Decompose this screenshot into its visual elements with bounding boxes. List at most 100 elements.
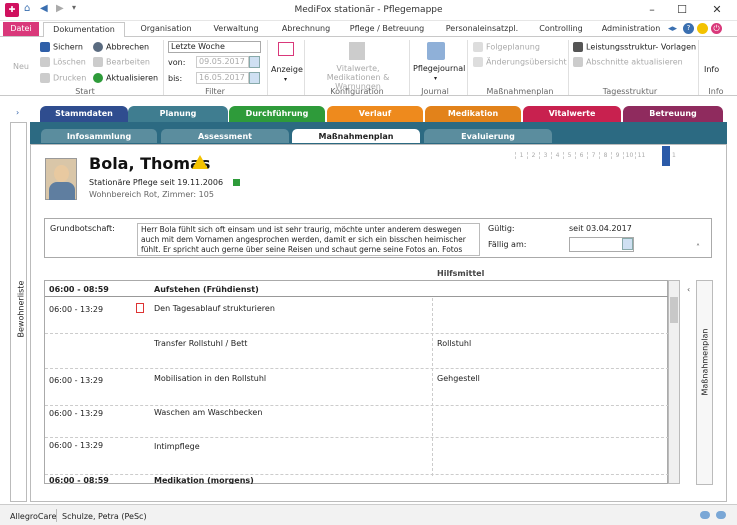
- tab-evaluierung[interactable]: Evaluierung: [423, 128, 553, 144]
- table-row[interactable]: 06:00 - 13:29 Mobilisation in den Rollst…: [45, 370, 669, 406]
- expand-icon[interactable]: ›: [16, 108, 19, 117]
- tab-personaleinsatzpl[interactable]: Personaleinsatzpl.: [440, 22, 524, 37]
- cancel-icon: [93, 42, 103, 52]
- calendar-icon[interactable]: [622, 238, 633, 250]
- config-group-label: Konfiguration: [330, 87, 384, 96]
- to-date-input[interactable]: 16.05.2017: [196, 72, 249, 84]
- pager-item[interactable]: 6: [575, 152, 587, 159]
- pager-item[interactable]: 10: [623, 152, 635, 159]
- category-tab-medikation[interactable]: Medikation: [425, 106, 521, 123]
- change-overview-button[interactable]: Änderungsübersicht: [473, 57, 567, 67]
- pager-item[interactable]: 1: [515, 152, 527, 159]
- column-divider: [432, 298, 433, 476]
- display-button[interactable]: Anzeige: [271, 65, 303, 74]
- pager-item[interactable]: 5: [563, 152, 575, 159]
- journal-group-label: Journal: [421, 87, 449, 96]
- tab-infosammlung[interactable]: Infosammlung: [40, 128, 158, 144]
- cancel-button[interactable]: Abbrechen: [93, 42, 149, 52]
- tab-file[interactable]: Datei: [3, 22, 39, 37]
- collapse-right-icon[interactable]: ‹: [687, 285, 690, 294]
- power-icon[interactable]: ⏻: [711, 23, 722, 34]
- due-label: Fällig am:: [488, 240, 527, 249]
- to-label: bis:: [168, 74, 183, 83]
- pager-item[interactable]: 4: [551, 152, 563, 159]
- cloud-icon[interactable]: [700, 511, 710, 519]
- edit-button[interactable]: Bearbeiten: [93, 57, 150, 67]
- pager-item[interactable]: 11: [635, 152, 647, 159]
- edit-icon: [93, 57, 103, 67]
- nav-arrows-icon[interactable]: ◂▸: [668, 24, 677, 34]
- tab-verwaltung[interactable]: Verwaltung: [208, 22, 264, 37]
- separator: [267, 40, 268, 95]
- follow-planning-label: Folgeplanung: [486, 42, 540, 52]
- tab-pflege-betreuung[interactable]: Pflege / Betreuung: [346, 22, 428, 37]
- from-date-input[interactable]: 09.05.2017: [196, 56, 249, 68]
- tab-administration[interactable]: Administration: [600, 22, 662, 37]
- delete-button[interactable]: Löschen: [40, 57, 86, 67]
- table-row[interactable]: 06:00 - 08:59 Aufstehen (Frühdienst): [45, 281, 669, 297]
- tab-assessment[interactable]: Assessment: [160, 128, 290, 144]
- vertical-scrollbar[interactable]: [668, 280, 680, 484]
- collapse-icon[interactable]: ˄: [696, 243, 700, 252]
- separator: [698, 40, 699, 95]
- smiley-icon[interactable]: [697, 23, 708, 34]
- pager-item[interactable]: 9: [611, 152, 623, 159]
- print-button[interactable]: Drucken: [40, 73, 86, 83]
- category-tab-vitalwerte[interactable]: Vitalwerte: [523, 106, 621, 123]
- tab-organisation[interactable]: Organisation: [134, 22, 198, 37]
- table-row[interactable]: 06:00 - 13:29 Waschen am Waschbecken: [45, 407, 669, 438]
- row-task: Aufstehen (Frühdienst): [154, 285, 259, 294]
- table-row[interactable]: Transfer Rollstuhl / Bett Rollstuhl: [45, 335, 669, 369]
- category-tab-durchfuehrung[interactable]: Durchführung: [229, 106, 325, 123]
- pager-item[interactable]: 7: [587, 152, 599, 159]
- measures-side-panel[interactable]: Maßnahmenplan: [696, 280, 713, 485]
- row-task: Waschen am Waschbecken: [154, 408, 263, 417]
- save-icon: [40, 42, 50, 52]
- tab-massnahmenplan[interactable]: Maßnahmenplan: [291, 128, 421, 144]
- help-icon[interactable]: ?: [683, 23, 694, 34]
- category-tab-planung[interactable]: Planung: [128, 106, 228, 123]
- care-journal-button[interactable]: Pflegejournal: [413, 64, 465, 73]
- note-icon[interactable]: [136, 303, 144, 313]
- calendar-icon[interactable]: [249, 56, 260, 68]
- tab-dokumentation[interactable]: Dokumentation: [43, 22, 125, 37]
- period-select[interactable]: Letzte Woche: [168, 41, 261, 53]
- row-time: 06:00 - 13:29: [49, 441, 104, 450]
- cloud-icon[interactable]: [716, 511, 726, 519]
- table-row[interactable]: 06:00 - 13:29 Intimpflege: [45, 439, 669, 475]
- warning-icon[interactable]: [192, 155, 208, 169]
- minimize-button[interactable]: –: [640, 2, 664, 18]
- follow-planning-button[interactable]: Folgeplanung: [473, 42, 540, 52]
- table-row[interactable]: 06:00 - 08:59 Medikation (morgens): [45, 476, 669, 484]
- filter-group-label: Filter: [205, 87, 225, 96]
- update-button[interactable]: Aktualisieren: [93, 73, 158, 83]
- info-button[interactable]: Info: [704, 65, 719, 74]
- calendar-icon[interactable]: [249, 72, 260, 84]
- resident-list-panel[interactable]: Bewohnerliste: [10, 122, 27, 502]
- pager-item[interactable]: 2: [527, 152, 539, 159]
- new-button[interactable]: Neu: [13, 62, 29, 71]
- category-tab-stammdaten[interactable]: Stammdaten: [40, 106, 128, 123]
- basic-message-text[interactable]: Herr Bola fühlt sich oft einsam und ist …: [137, 223, 480, 256]
- tab-abrechnung[interactable]: Abrechnung: [276, 22, 336, 37]
- close-button[interactable]: ✕: [705, 2, 729, 18]
- update-sections-button[interactable]: Abschnitte aktualisieren: [573, 57, 683, 67]
- valid-value: seit 03.04.2017: [569, 224, 632, 233]
- service-structure-button[interactable]: Leistungsstruktur- Vorlagen: [573, 42, 696, 52]
- row-task: Intimpflege: [154, 442, 200, 451]
- pager-item[interactable]: 8: [599, 152, 611, 159]
- status-bar: AllegroCare Schulze, Petra (PeSc): [0, 504, 737, 525]
- pager-item[interactable]: 1: [672, 152, 676, 159]
- row-task: Mobilisation in den Rollstuhl: [154, 374, 267, 383]
- table-row[interactable]: 06:00 - 13:29 Den Tagesablauf strukturie…: [45, 298, 669, 334]
- row-task: Den Tagesablauf strukturieren: [154, 304, 275, 313]
- current-page-marker[interactable]: [662, 146, 670, 166]
- maximize-button[interactable]: ☐: [670, 2, 694, 18]
- pager-item[interactable]: 3: [539, 152, 551, 159]
- category-tab-verlauf[interactable]: Verlauf: [327, 106, 423, 123]
- scrollbar-thumb[interactable]: [670, 297, 678, 323]
- tab-controlling[interactable]: Controlling: [534, 22, 588, 37]
- category-tab-betreuung[interactable]: Betreuung: [623, 106, 723, 123]
- save-button[interactable]: Sichern: [40, 42, 83, 52]
- update-sections-label: Abschnitte aktualisieren: [586, 57, 683, 67]
